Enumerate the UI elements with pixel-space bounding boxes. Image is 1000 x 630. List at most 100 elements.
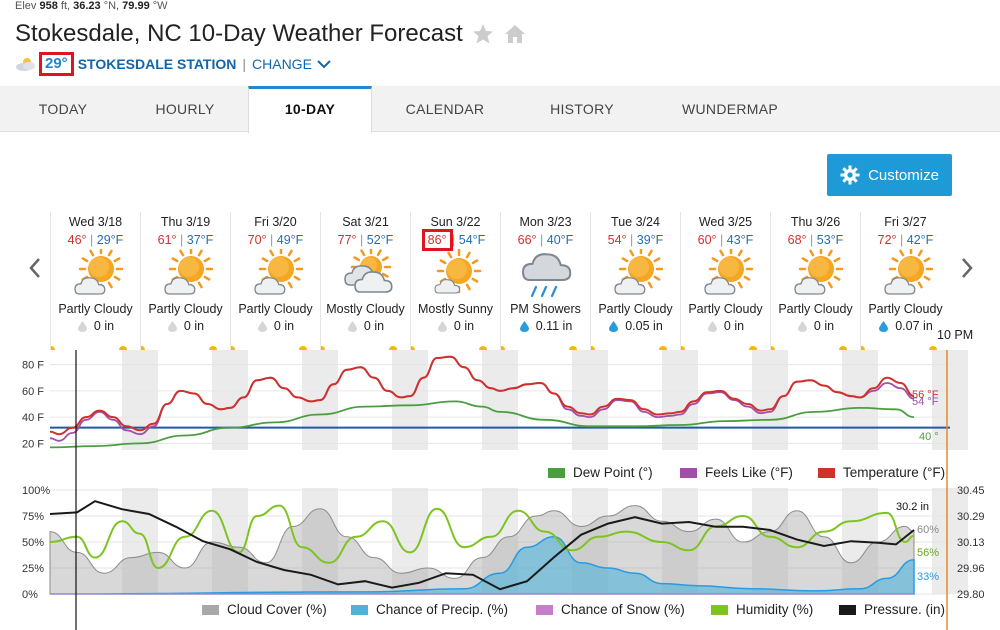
current-temperature: 29° bbox=[39, 52, 74, 76]
next-days-arrow-icon[interactable] bbox=[960, 256, 974, 280]
precip-value: 0 in bbox=[813, 319, 835, 333]
high-temp: 72° bbox=[877, 233, 897, 247]
high-temp: 86° bbox=[421, 229, 453, 251]
day-column[interactable]: Fri 3/20 70° | 49°F Partly Cloudy 0 in bbox=[230, 212, 320, 350]
precip-amount: 0 in bbox=[141, 319, 230, 333]
legend-label-chance-of-snow: Chance of Snow (%) bbox=[561, 602, 685, 617]
legend-humidity[interactable]: Humidity (%) bbox=[711, 602, 813, 617]
low-temp: 43°F bbox=[726, 233, 754, 247]
chevron-down-icon[interactable] bbox=[316, 59, 332, 69]
raindrop-icon bbox=[519, 320, 529, 332]
elevation-unit: ft, bbox=[57, 0, 74, 12]
tab-hourly[interactable]: HOURLY bbox=[126, 86, 244, 132]
tab-history[interactable]: HISTORY bbox=[520, 86, 644, 132]
precip-left-y-tick: 50% bbox=[22, 537, 44, 549]
legend-chance-of-snow[interactable]: Chance of Snow (%) bbox=[536, 602, 685, 617]
condition-text: Partly Cloudy bbox=[238, 302, 313, 316]
day-column[interactable]: Wed 3/18 46° | 29°F Partly Cloudy 0 in bbox=[50, 212, 140, 350]
day-column[interactable]: Wed 3/25 60° | 43°F Partly Cloudy 0 in bbox=[680, 212, 770, 350]
high-temp: 68° bbox=[787, 233, 807, 247]
legend-pressure[interactable]: Pressure. (in) bbox=[839, 602, 945, 617]
temp-separator: | bbox=[540, 233, 544, 247]
raindrop-icon bbox=[257, 320, 267, 332]
elevation-value: 958 bbox=[39, 0, 58, 12]
day-column[interactable]: Sun 3/22 86° | 54°F Mostly Sunny 0 in bbox=[410, 212, 500, 350]
dew-point-end-label: 40 ° bbox=[919, 431, 939, 443]
day-column[interactable]: Mon 3/23 66° | 40°F PM Showers 0.11 in bbox=[500, 212, 590, 350]
legend-temperature[interactable]: Temperature (°F) bbox=[818, 465, 945, 480]
condition-text: Partly Cloudy bbox=[598, 302, 673, 316]
pressure-right-y-tick: 30.45 bbox=[957, 485, 985, 497]
title-row: Stokesdale, NC 10-Day Weather Forecast bbox=[15, 20, 527, 48]
day-date: Thu 3/26 bbox=[790, 215, 841, 229]
customize-button[interactable]: Customize bbox=[827, 154, 952, 196]
partly-cloudy-icon bbox=[73, 249, 123, 295]
page-title: Stokesdale, NC 10-Day Weather Forecast bbox=[15, 20, 463, 47]
day-date: Wed 3/18 bbox=[68, 215, 123, 229]
precip-value: 0 in bbox=[273, 319, 295, 333]
showers-icon bbox=[521, 253, 571, 298]
precip-left-y-tick: 75% bbox=[22, 511, 44, 523]
temp-separator: | bbox=[810, 233, 814, 247]
change-station-link[interactable]: CHANGE bbox=[252, 56, 312, 72]
raindrop-icon bbox=[167, 320, 177, 332]
pressure-right-y-tick: 29.96 bbox=[957, 563, 985, 575]
precip-value: 0 in bbox=[93, 319, 115, 333]
day-column[interactable]: Thu 3/26 68° | 53°F Partly Cloudy 0 in bbox=[770, 212, 860, 350]
legend-swatch-feels-like bbox=[680, 467, 697, 478]
condition-text: Partly Cloudy bbox=[688, 302, 763, 316]
precip-left-y-tick: 0% bbox=[22, 589, 38, 601]
tab-10-day[interactable]: 10-DAY bbox=[248, 86, 372, 133]
partly-cloudy-icon bbox=[613, 249, 663, 295]
legend-feels-like[interactable]: Feels Like (°F) bbox=[680, 465, 793, 480]
tab-calendar[interactable]: CALENDAR bbox=[380, 86, 510, 132]
precip-amount: 0 in bbox=[411, 319, 500, 333]
day-date: Mon 3/23 bbox=[519, 215, 572, 229]
tab-today[interactable]: TODAY bbox=[0, 86, 126, 132]
longitude: 79.99 bbox=[122, 0, 150, 12]
condition-text: Mostly Sunny bbox=[417, 302, 494, 316]
raindrop-icon bbox=[797, 320, 807, 332]
home-icon[interactable] bbox=[503, 22, 527, 46]
day-temps: 86° | 54°F bbox=[411, 229, 500, 251]
partly-cloudy-icon bbox=[793, 249, 843, 295]
legend-label-pressure: Pressure. (in) bbox=[864, 602, 946, 617]
legend-label-cloud-cover: Cloud Cover (%) bbox=[227, 602, 327, 617]
legend-swatch-pressure bbox=[839, 604, 856, 615]
day-date: Thu 3/19 bbox=[160, 215, 211, 229]
current-conditions-icon bbox=[16, 58, 35, 71]
day-column[interactable]: Sat 3/21 77° | 52°F Mostly Cloudy 0 in bbox=[320, 212, 410, 350]
legend-dew-point[interactable]: Dew Point (°) bbox=[548, 465, 653, 480]
station-name[interactable]: STOKESDALE STATION bbox=[78, 56, 237, 72]
tab-wundermap[interactable]: WUNDERMAP bbox=[660, 86, 800, 132]
day-forecast-strip: Wed 3/18 46° | 29°F Partly Cloudy 0 in Thu 3… bbox=[50, 212, 950, 350]
legend-label-dew-point: Dew Point (°) bbox=[573, 465, 653, 480]
latitude: 36.23 bbox=[73, 0, 101, 12]
forecast-graphs-svg: 80 F 60 F 40 F 20 F 100% 30.45 75% 30.29 50% 30.1… bbox=[22, 350, 985, 630]
day-column[interactable]: Thu 3/19 61° | 37°F Partly Cloudy 0 in bbox=[140, 212, 230, 350]
gear-icon bbox=[840, 165, 860, 185]
cloud-cover-end-label: 60% bbox=[917, 524, 939, 536]
customize-label: Customize bbox=[868, 166, 939, 184]
day-date: Fri 3/27 bbox=[884, 215, 927, 229]
day-column[interactable]: Tue 3/24 54° | 39°F Partly Cloudy 0.05 in bbox=[590, 212, 680, 350]
raindrop-icon bbox=[437, 320, 447, 332]
legend-label-temperature: Temperature (°F) bbox=[843, 465, 946, 480]
feels-like-end-label: 54 °F bbox=[912, 396, 939, 408]
partly-cloudy-icon bbox=[253, 249, 303, 295]
favorite-star-icon[interactable] bbox=[471, 22, 495, 46]
precip-left-y-tick: 25% bbox=[22, 563, 44, 575]
mostly-sunny-icon bbox=[433, 249, 481, 294]
previous-days-arrow-icon[interactable] bbox=[28, 256, 42, 280]
elevation-prefix: Elev bbox=[15, 0, 40, 12]
precip-end-label: 33% bbox=[917, 571, 939, 583]
legend-cloud-cover[interactable]: Cloud Cover (%) bbox=[202, 602, 327, 617]
condition-text: Partly Cloudy bbox=[778, 302, 853, 316]
temp-y-tick: 60 F bbox=[22, 386, 44, 398]
humidity-end-label: 56% bbox=[917, 547, 939, 559]
legend-swatch-dew-point bbox=[548, 467, 565, 478]
day-date: Wed 3/25 bbox=[698, 215, 753, 229]
day-temps: 60° | 43°F bbox=[681, 233, 770, 247]
high-temp: 54° bbox=[607, 233, 627, 247]
legend-chance-of-precip[interactable]: Chance of Precip. (%) bbox=[351, 602, 508, 617]
